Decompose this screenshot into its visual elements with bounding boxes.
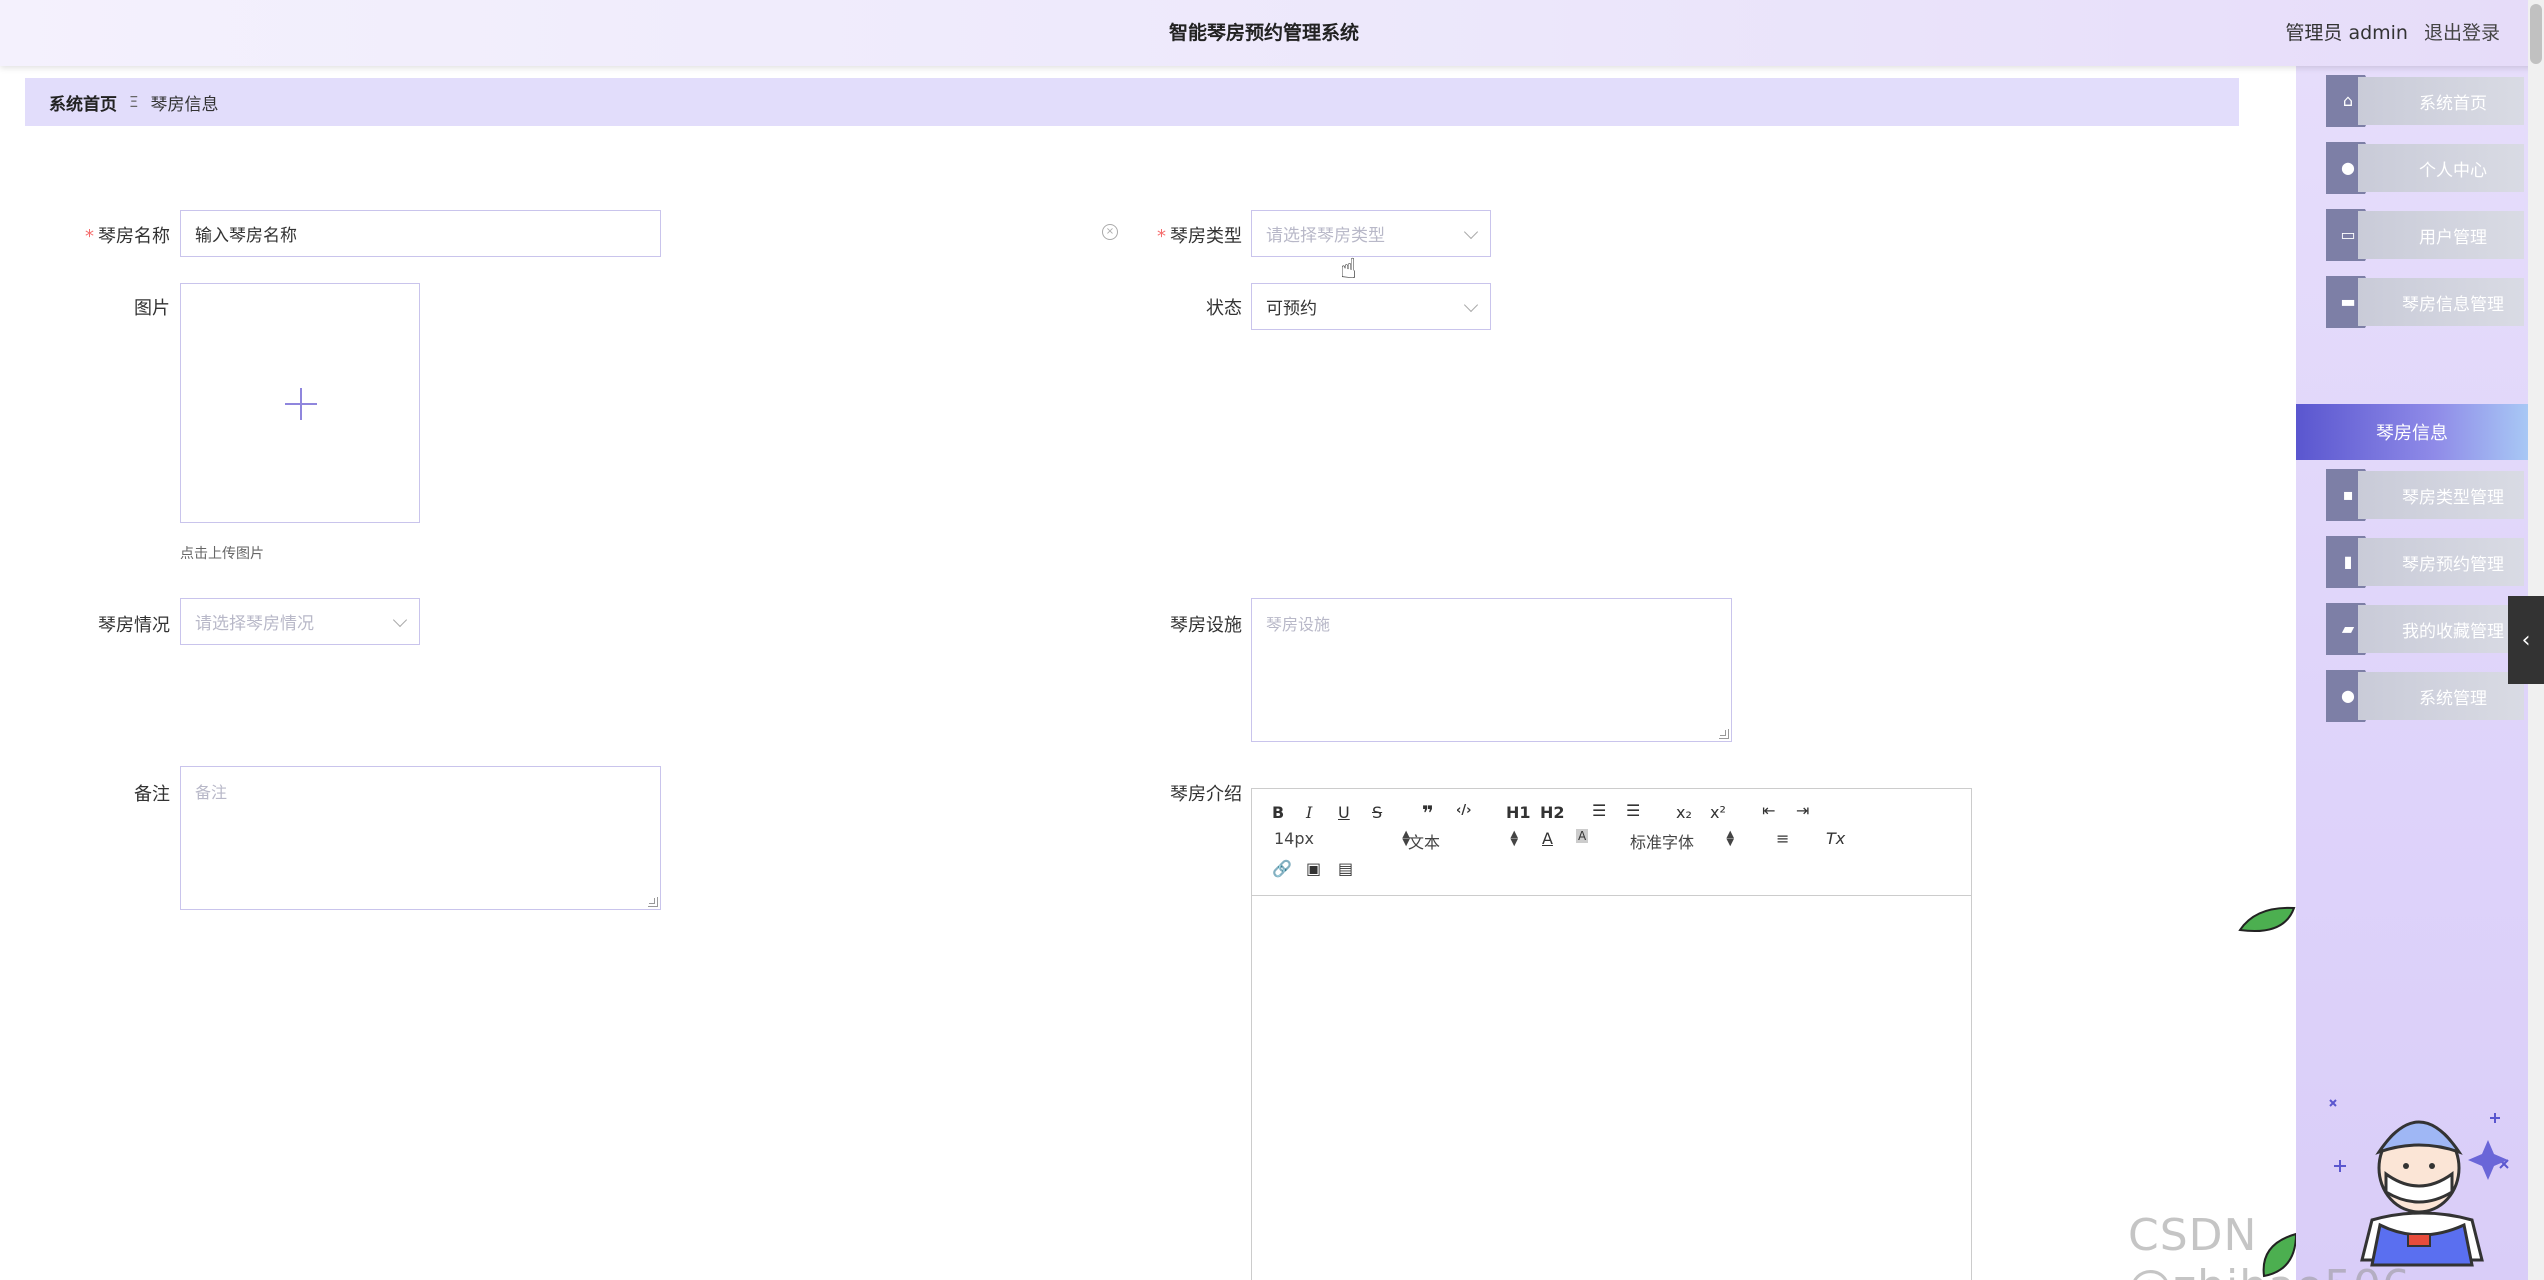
room-type-placeholder: 请选择琴房类型 — [1266, 226, 1385, 246]
clipboard-icon: ▮ — [2343, 552, 2353, 571]
type-label: * 琴房类型 — [1157, 226, 1242, 247]
code-block-button[interactable]: ‹/› — [1456, 803, 1471, 818]
font-size-select[interactable]: 14px ▲ ▼ — [1274, 829, 1410, 848]
person-icon: ● — [2341, 158, 2355, 177]
home-icon: ⌂ — [2342, 91, 2354, 110]
editor-toolbar: B I U S ❞ ‹/› H1 H2 ☰ ☰ x₂ x² ⇤ ⇥ 14px ▲… — [1252, 789, 1971, 896]
clear-format-button[interactable]: Tx — [1826, 829, 1845, 848]
intro-label: 琴房介绍 — [1170, 784, 1242, 805]
remark-label: 备注 — [134, 784, 170, 805]
rich-text-editor[interactable]: B I U S ❞ ‹/› H1 H2 ☰ ☰ x₂ x² ⇤ ⇥ 14px ▲… — [1251, 788, 1972, 1280]
sidebar-collapse-button[interactable]: ‹ — [2508, 596, 2544, 684]
scroll-thumb[interactable] — [2530, 4, 2542, 64]
status-select[interactable]: 可预约 — [1251, 283, 1491, 330]
chevron-down-icon — [392, 612, 408, 627]
breadcrumb-separator-icon: Ξ — [129, 93, 139, 111]
chevron-down-icon — [1463, 224, 1479, 239]
sidebar-item-room-type[interactable]: ▪ 琴房类型管理 — [2326, 469, 2524, 521]
sidebar-item-favorites[interactable]: ▰ 我的收藏管理 — [2326, 603, 2524, 655]
user-area: 管理员 admin 退出登录 — [2285, 18, 2500, 45]
top-header: 智能琴房预约管理系统 管理员 admin 退出登录 — [0, 0, 2544, 66]
video-icon[interactable]: ▤ — [1338, 859, 1353, 878]
chevron-down-icon — [1463, 297, 1479, 312]
plus-icon-vertical — [300, 388, 302, 420]
heading1-button[interactable]: H1 — [1506, 803, 1531, 822]
sidebar-item-users[interactable]: ▭ 用户管理 — [2326, 209, 2524, 261]
facility-label: 琴房设施 — [1170, 615, 1242, 636]
room-name-input[interactable]: 输入琴房名称 — [180, 210, 661, 257]
sidebar-item-personal[interactable]: ● 个人中心 — [2326, 142, 2524, 194]
breadcrumb-home[interactable]: 系统首页 — [49, 90, 117, 115]
image-label: 图片 — [134, 298, 170, 319]
status-value: 可预约 — [1266, 299, 1317, 319]
remark-placeholder: 备注 — [195, 783, 228, 802]
select-arrows-icon: ▲ ▼ — [1726, 829, 1735, 848]
sidebar-item-room-info-active[interactable]: 琴房信息 — [2296, 404, 2528, 460]
room-type-select[interactable]: 请选择琴房类型 — [1251, 210, 1491, 257]
required-mark: * — [85, 226, 94, 247]
heading2-button[interactable]: H2 — [1540, 803, 1565, 822]
breadcrumb-current: 琴房信息 — [150, 94, 219, 115]
bullet-list-icon[interactable]: ☰ — [1626, 801, 1640, 820]
sidebar-item-reservation[interactable]: ▮ 琴房预约管理 — [2326, 536, 2524, 588]
watermark: CSDN @zhihao506 — [2128, 1210, 2410, 1280]
required-mark: * — [1157, 226, 1166, 247]
condition-label: 琴房情况 — [98, 615, 170, 636]
sidebar-item-room-info-manage[interactable]: ▬ 琴房信息管理 — [2326, 276, 2524, 328]
upload-tip: 点击上传图片 — [180, 546, 264, 562]
text-style-select[interactable]: 文本 ▲ ▼ — [1408, 829, 1518, 853]
logout-link[interactable]: 退出登录 — [2424, 18, 2500, 45]
underline-button[interactable]: U — [1338, 803, 1350, 822]
font-family-select[interactable]: 标准字体 ▲ ▼ — [1630, 829, 1734, 853]
bold-button[interactable]: B — [1272, 803, 1284, 822]
sidebar-item-system[interactable]: ● 系统管理 — [2326, 670, 2524, 722]
background-color-button[interactable]: A — [1576, 829, 1589, 843]
person-icon: ● — [2341, 686, 2355, 705]
italic-button[interactable]: I — [1306, 803, 1312, 822]
room-info-icon: ▬ — [2340, 292, 2356, 311]
resize-grip-icon[interactable] — [648, 897, 658, 907]
facility-placeholder: 琴房设施 — [1266, 615, 1331, 634]
app-title: 智能琴房预约管理系统 — [1168, 22, 1359, 44]
room-condition-select[interactable]: 请选择琴房情况 — [180, 598, 420, 645]
align-icon[interactable]: ≡ — [1776, 829, 1789, 848]
name-label: * 琴房名称 — [85, 226, 170, 247]
resize-grip-icon[interactable] — [1719, 729, 1729, 739]
breadcrumb: 系统首页 Ξ 琴房信息 — [25, 78, 2239, 126]
remark-textarea[interactable]: 备注 — [180, 766, 661, 910]
image-upload-box[interactable] — [180, 283, 420, 523]
leaf-decoration-icon — [2238, 906, 2296, 932]
select-arrows-icon: ▲ ▼ — [1510, 829, 1519, 848]
user-label: 管理员 admin — [2285, 22, 2408, 44]
strike-button[interactable]: S — [1372, 803, 1382, 822]
chat-icon: ▪ — [2342, 485, 2354, 504]
ordered-list-icon[interactable]: ☰ — [1592, 801, 1606, 820]
status-label: 状态 — [1206, 298, 1242, 319]
room-name-value: 输入琴房名称 — [195, 226, 297, 246]
user-manage-icon: ▭ — [2340, 225, 2356, 244]
subscript-button[interactable]: x₂ — [1676, 803, 1692, 822]
folder-icon: ▰ — [2341, 619, 2355, 638]
hand-cursor-icon: ☝ — [1340, 252, 1358, 285]
facility-textarea[interactable]: 琴房设施 — [1251, 598, 1732, 742]
outdent-icon[interactable]: ⇤ — [1762, 801, 1775, 820]
link-icon[interactable]: 🔗 — [1272, 859, 1292, 878]
room-condition-placeholder: 请选择琴房情况 — [195, 614, 314, 634]
font-color-button[interactable]: A — [1542, 829, 1553, 848]
indent-icon[interactable]: ⇥ — [1796, 801, 1809, 820]
superscript-button[interactable]: x² — [1710, 803, 1726, 822]
image-icon[interactable]: ▣ — [1306, 859, 1321, 878]
sidebar-item-home[interactable]: ⌂ 系统首页 — [2326, 75, 2524, 127]
blockquote-button[interactable]: ❞ — [1422, 801, 1434, 825]
